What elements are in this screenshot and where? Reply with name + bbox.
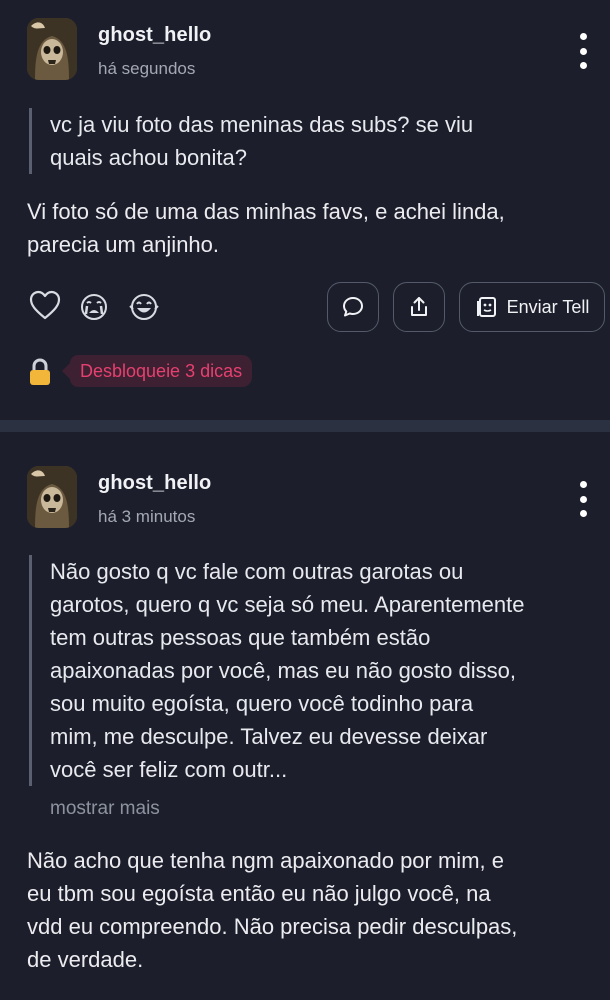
question-text: Não gosto q vc fale com outras garotas o…	[29, 555, 606, 786]
more-options-icon[interactable]	[576, 481, 590, 517]
send-tell-icon	[476, 297, 496, 317]
show-more-link[interactable]: mostrar mais	[50, 798, 160, 820]
share-button[interactable]	[393, 282, 445, 332]
send-tell-button[interactable]: Enviar Tell	[459, 282, 605, 332]
comment-icon	[343, 297, 363, 317]
avatar[interactable]	[27, 18, 77, 80]
username[interactable]: ghost_hello	[98, 24, 211, 47]
laughing-emoji-icon[interactable]	[128, 292, 160, 327]
send-tell-label: Enviar Tell	[506, 296, 590, 317]
comment-button[interactable]	[327, 282, 379, 332]
post-card: ghost_hello há segundos vc ja viu foto d…	[0, 0, 610, 420]
post-time: há 3 minutos	[98, 507, 196, 526]
heart-icon[interactable]	[29, 290, 61, 325]
post-time: há segundos	[98, 59, 196, 78]
question-text: vc ja viu foto das meninas das subs? se …	[29, 108, 606, 174]
more-options-icon[interactable]	[576, 33, 590, 69]
post-divider	[0, 420, 610, 432]
unlock-tips-badge[interactable]: Desbloqueie 3 dicas	[61, 355, 253, 387]
lock-icon	[29, 358, 51, 386]
answer-text: Vi foto só de uma das minhas favs, e ach…	[27, 199, 505, 257]
username[interactable]: ghost_hello	[98, 472, 211, 495]
post-card: ghost_hello há 3 minutos Não gosto q vc …	[0, 432, 610, 1000]
crying-emoji-icon[interactable]	[79, 292, 109, 327]
answer-text: Não acho que tenha ngm apaixonado por mi…	[27, 848, 518, 972]
avatar[interactable]	[27, 466, 77, 528]
share-icon	[411, 297, 427, 316]
